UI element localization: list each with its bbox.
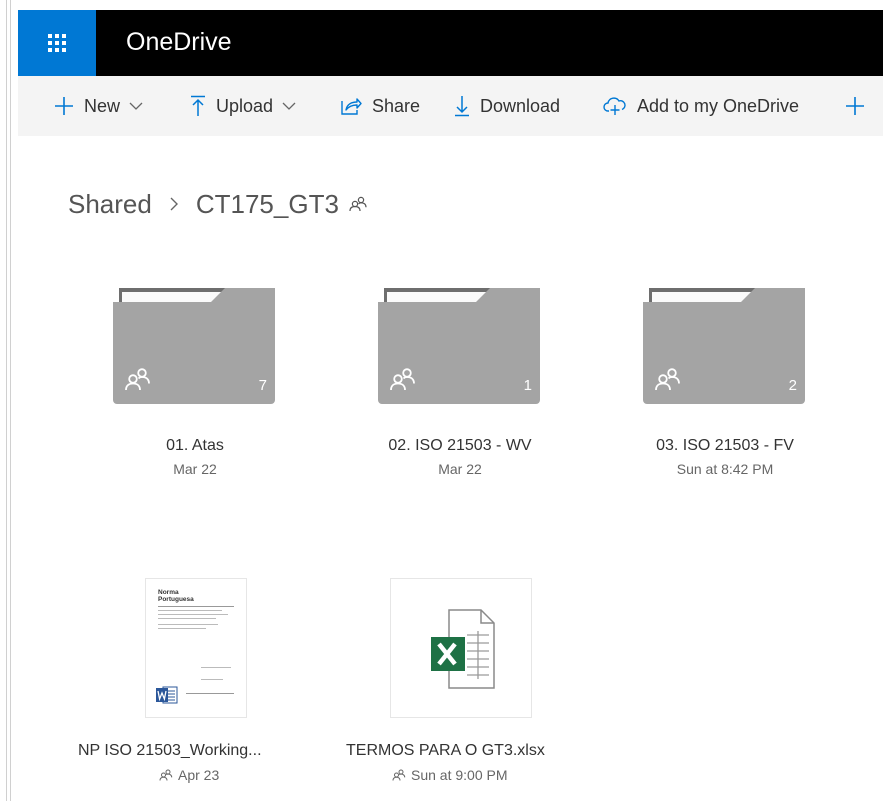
share-icon [340,96,362,116]
thumb-text-line [158,614,228,615]
share-label: Share [372,95,421,116]
thumb-text-line [158,624,218,625]
download-label: Download [480,95,561,116]
thumb-rule [186,693,234,694]
plus-icon [54,96,74,116]
excel-icon [429,609,495,689]
shared-people-icon [390,367,416,396]
new-label: New [84,95,121,116]
download-icon [454,95,470,117]
share-button[interactable]: Share [340,76,420,136]
folder-name: 01. Atas [166,437,224,454]
upload-icon [190,95,206,117]
thumb-text-line [158,610,222,611]
document-thumbnail: Norma Portuguesa [145,578,247,718]
plus-icon [845,96,865,116]
file-modified-date: Sun at 9:00 PM [411,767,508,783]
item-count: 7 [258,377,267,394]
thumb-text-line [201,679,223,680]
breadcrumb-shared[interactable]: Shared [68,189,152,220]
breadcrumb-current: CT175_GT3 [195,188,339,219]
file-name: NP ISO 21503_Working... [78,742,262,759]
folder-modified-date: Sun at 8:42 PM [676,461,774,477]
folder-icon: 7 [113,286,277,404]
app-title[interactable]: OneDrive [126,26,232,58]
file-meta: Apr 23 [159,766,219,784]
overflow-plus-button[interactable] [845,76,875,136]
suite-header: OneDrive [18,10,883,76]
word-icon [156,686,178,704]
folder-tile-fv[interactable]: 2 03. ISO 21503 - FV Sun at 8:42 PM [625,286,825,478]
shared-people-icon [349,196,367,212]
item-count: 2 [788,377,797,394]
chevron-right-icon [169,196,179,212]
upload-label: Upload [216,95,274,116]
file-modified-date: Apr 23 [178,767,220,783]
waffle-icon [48,34,66,52]
shared-people-icon [655,367,681,396]
app-launcher-button[interactable] [18,10,96,76]
folder-tile-wv[interactable]: 1 02. ISO 21503 - WV Mar 22 [360,286,560,478]
folder-modified-date: Mar 22 [438,461,482,477]
folder-name: 03. ISO 21503 - FV [656,437,794,454]
download-button[interactable]: Download [454,76,560,136]
excel-thumbnail [390,578,532,718]
shared-people-icon [159,769,173,781]
shared-people-icon [125,367,151,396]
thumb-rule [158,606,234,607]
add-to-onedrive-label: Add to my OneDrive [637,95,800,116]
window-edge-inner [10,0,11,801]
command-bar: New Upload Share Download Add to my OneD… [18,76,883,136]
thumb-text-line [158,618,216,619]
item-count: 1 [523,377,532,394]
add-to-onedrive-button[interactable]: Add to my OneDrive [603,76,799,136]
folder-icon: 2 [643,286,807,404]
new-button[interactable]: New [54,76,143,136]
upload-button[interactable]: Upload [190,76,296,136]
breadcrumb: Shared CT175_GT3 [68,186,367,222]
thumb-text-line [158,628,206,629]
shared-people-icon [392,769,406,781]
window-edge [6,0,7,801]
folder-icon: 1 [378,286,542,404]
chevron-down-icon [129,101,143,111]
thumb-text-line [201,667,231,668]
folder-name: 02. ISO 21503 - WV [388,437,532,454]
file-meta: Sun at 9:00 PM [392,766,508,784]
file-name: TERMOS PARA O GT3.xlsx [346,742,545,759]
chevron-down-icon [282,101,296,111]
folder-tile-atas[interactable]: 7 01. Atas Mar 22 [95,286,295,478]
folder-modified-date: Mar 22 [173,461,217,477]
thumb-heading: Norma Portuguesa [158,589,194,603]
add-cloud-icon [603,96,627,116]
